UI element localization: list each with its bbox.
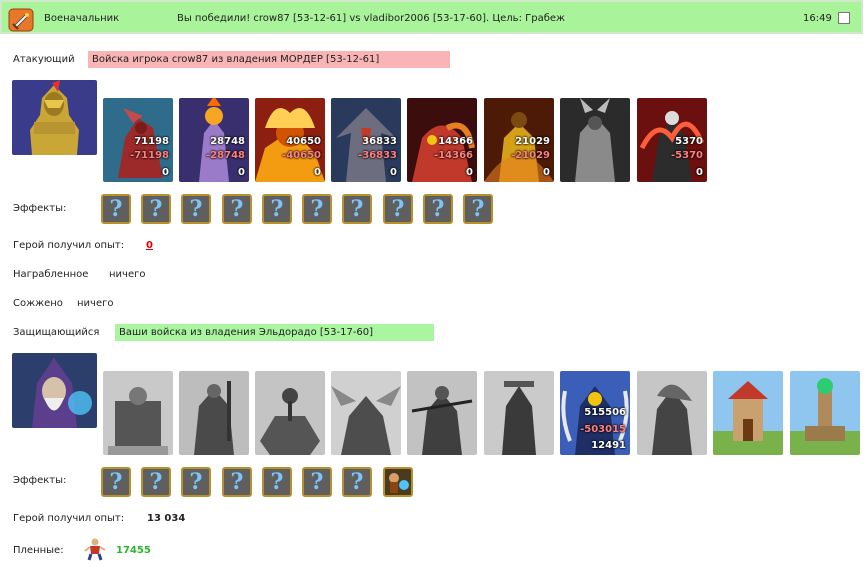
unit-loss: -36833 [358, 150, 397, 161]
burned-value: ничего [77, 298, 114, 309]
unit-loss: -71198 [130, 150, 169, 161]
defender-unit-6[interactable] [484, 371, 554, 455]
unit-count: 14366 [438, 136, 473, 147]
attacker-unit-1[interactable]: 71198 -71198 0 [103, 98, 173, 182]
battle-report-header: Военачальник Вы победили! crow87 [53-12-… [0, 0, 863, 34]
battle-time: 16:49 [803, 13, 832, 24]
unknown-effect-icon[interactable]: ? [101, 194, 131, 224]
unknown-effect-icon[interactable]: ? [423, 194, 453, 224]
unknown-effect-icon[interactable]: ? [141, 467, 171, 497]
unknown-effect-icon[interactable]: ? [181, 467, 211, 497]
defender-effects-label: Эффекты: [13, 475, 67, 486]
unknown-effect-icon[interactable]: ? [222, 467, 252, 497]
unit-remaining: 0 [466, 167, 473, 178]
prisoners-value: 17455 [116, 545, 151, 556]
unit-count: 5370 [675, 136, 703, 147]
defender-unit-9[interactable] [713, 371, 783, 455]
loot-label: Награбленное [13, 269, 89, 280]
unknown-effect-icon[interactable]: ? [181, 194, 211, 224]
defender-unit-4[interactable] [331, 371, 401, 455]
attacker-unit-4[interactable]: 36833 -36833 0 [331, 98, 401, 182]
unit-count: 40650 [286, 136, 321, 147]
unit-loss: -14366 [434, 150, 473, 161]
unknown-effect-icon[interactable]: ? [342, 467, 372, 497]
unit-loss: -503015 [580, 424, 626, 435]
defender-exp-label: Герой получил опыт: [13, 513, 125, 524]
unit-count: 21029 [515, 136, 550, 147]
unit-count: 515506 [584, 407, 626, 418]
defender-label: Защищающийся [13, 327, 100, 338]
loot-value: ничего [109, 269, 146, 280]
attacker-unit-6[interactable]: 21029 -21029 0 [484, 98, 554, 182]
sword-shield-icon [8, 8, 34, 32]
attacker-label: Атакующий [13, 54, 75, 65]
defender-unit-8[interactable] [637, 371, 707, 455]
unit-loss: -40650 [282, 150, 321, 161]
unknown-effect-icon[interactable]: ? [383, 194, 413, 224]
unknown-effect-icon[interactable]: ? [141, 194, 171, 224]
unknown-effect-icon[interactable]: ? [302, 194, 332, 224]
window-close-button[interactable] [838, 12, 850, 24]
defender-banner: Ваши войска из владения Эльдорадо [53-17… [115, 324, 434, 341]
defender-hero-portrait[interactable] [12, 353, 97, 428]
unit-count: 28748 [210, 136, 245, 147]
defender-exp-value: 13 034 [147, 513, 186, 524]
prisoner-icon [84, 538, 106, 561]
burned-label: Сожжено [13, 298, 63, 309]
unit-remaining: 0 [696, 167, 703, 178]
attacker-effects-label: Эффекты: [13, 203, 67, 214]
header-title: Военачальник [44, 13, 120, 24]
defender-unit-5[interactable] [407, 371, 477, 455]
unknown-effect-icon[interactable]: ? [222, 194, 252, 224]
attacker-unit-8[interactable]: 5370 -5370 0 [637, 98, 707, 182]
attacker-unit-7[interactable] [560, 98, 630, 182]
unit-count: 71198 [134, 136, 169, 147]
unit-remaining: 0 [390, 167, 397, 178]
attacker-exp-value[interactable]: 0 [146, 240, 153, 251]
unit-remaining: 0 [543, 167, 550, 178]
unit-remaining: 12491 [591, 440, 626, 451]
attacker-banner: Войска игрока crow87 из владения МОРДЕР … [88, 51, 450, 68]
prisoners-label: Пленные: [13, 545, 64, 556]
defender-unit-3[interactable] [255, 371, 325, 455]
unit-remaining: 0 [238, 167, 245, 178]
attacker-unit-5[interactable]: 14366 -14366 0 [407, 98, 477, 182]
unknown-effect-icon[interactable]: ? [463, 194, 493, 224]
unit-count: 36833 [362, 136, 397, 147]
attacker-unit-3[interactable]: 40650 -40650 0 [255, 98, 325, 182]
unit-remaining: 0 [314, 167, 321, 178]
attacker-exp-label: Герой получил опыт: [13, 240, 125, 251]
unknown-effect-icon[interactable]: ? [101, 467, 131, 497]
unit-loss: -5370 [671, 150, 703, 161]
unit-loss: -28748 [206, 150, 245, 161]
defender-unit-2[interactable] [179, 371, 249, 455]
unknown-effect-icon[interactable]: ? [262, 194, 292, 224]
unknown-effect-icon[interactable]: ? [342, 194, 372, 224]
battle-result-message: Вы победили! crow87 [53-12-61] vs vladib… [177, 13, 566, 24]
unit-loss: -21029 [511, 150, 550, 161]
unknown-effect-icon[interactable]: ? [262, 467, 292, 497]
defender-unit-10[interactable] [790, 371, 860, 455]
attacker-unit-2[interactable]: 28748 -28748 0 [179, 98, 249, 182]
unknown-effect-icon[interactable]: ? [302, 467, 332, 497]
unit-remaining: 0 [162, 167, 169, 178]
defender-unit-1[interactable] [103, 371, 173, 455]
attacker-hero-portrait[interactable] [12, 80, 97, 155]
defender-unit-7[interactable]: 515506 -503015 12491 [560, 371, 630, 455]
spell-effect-icon[interactable] [383, 467, 413, 497]
